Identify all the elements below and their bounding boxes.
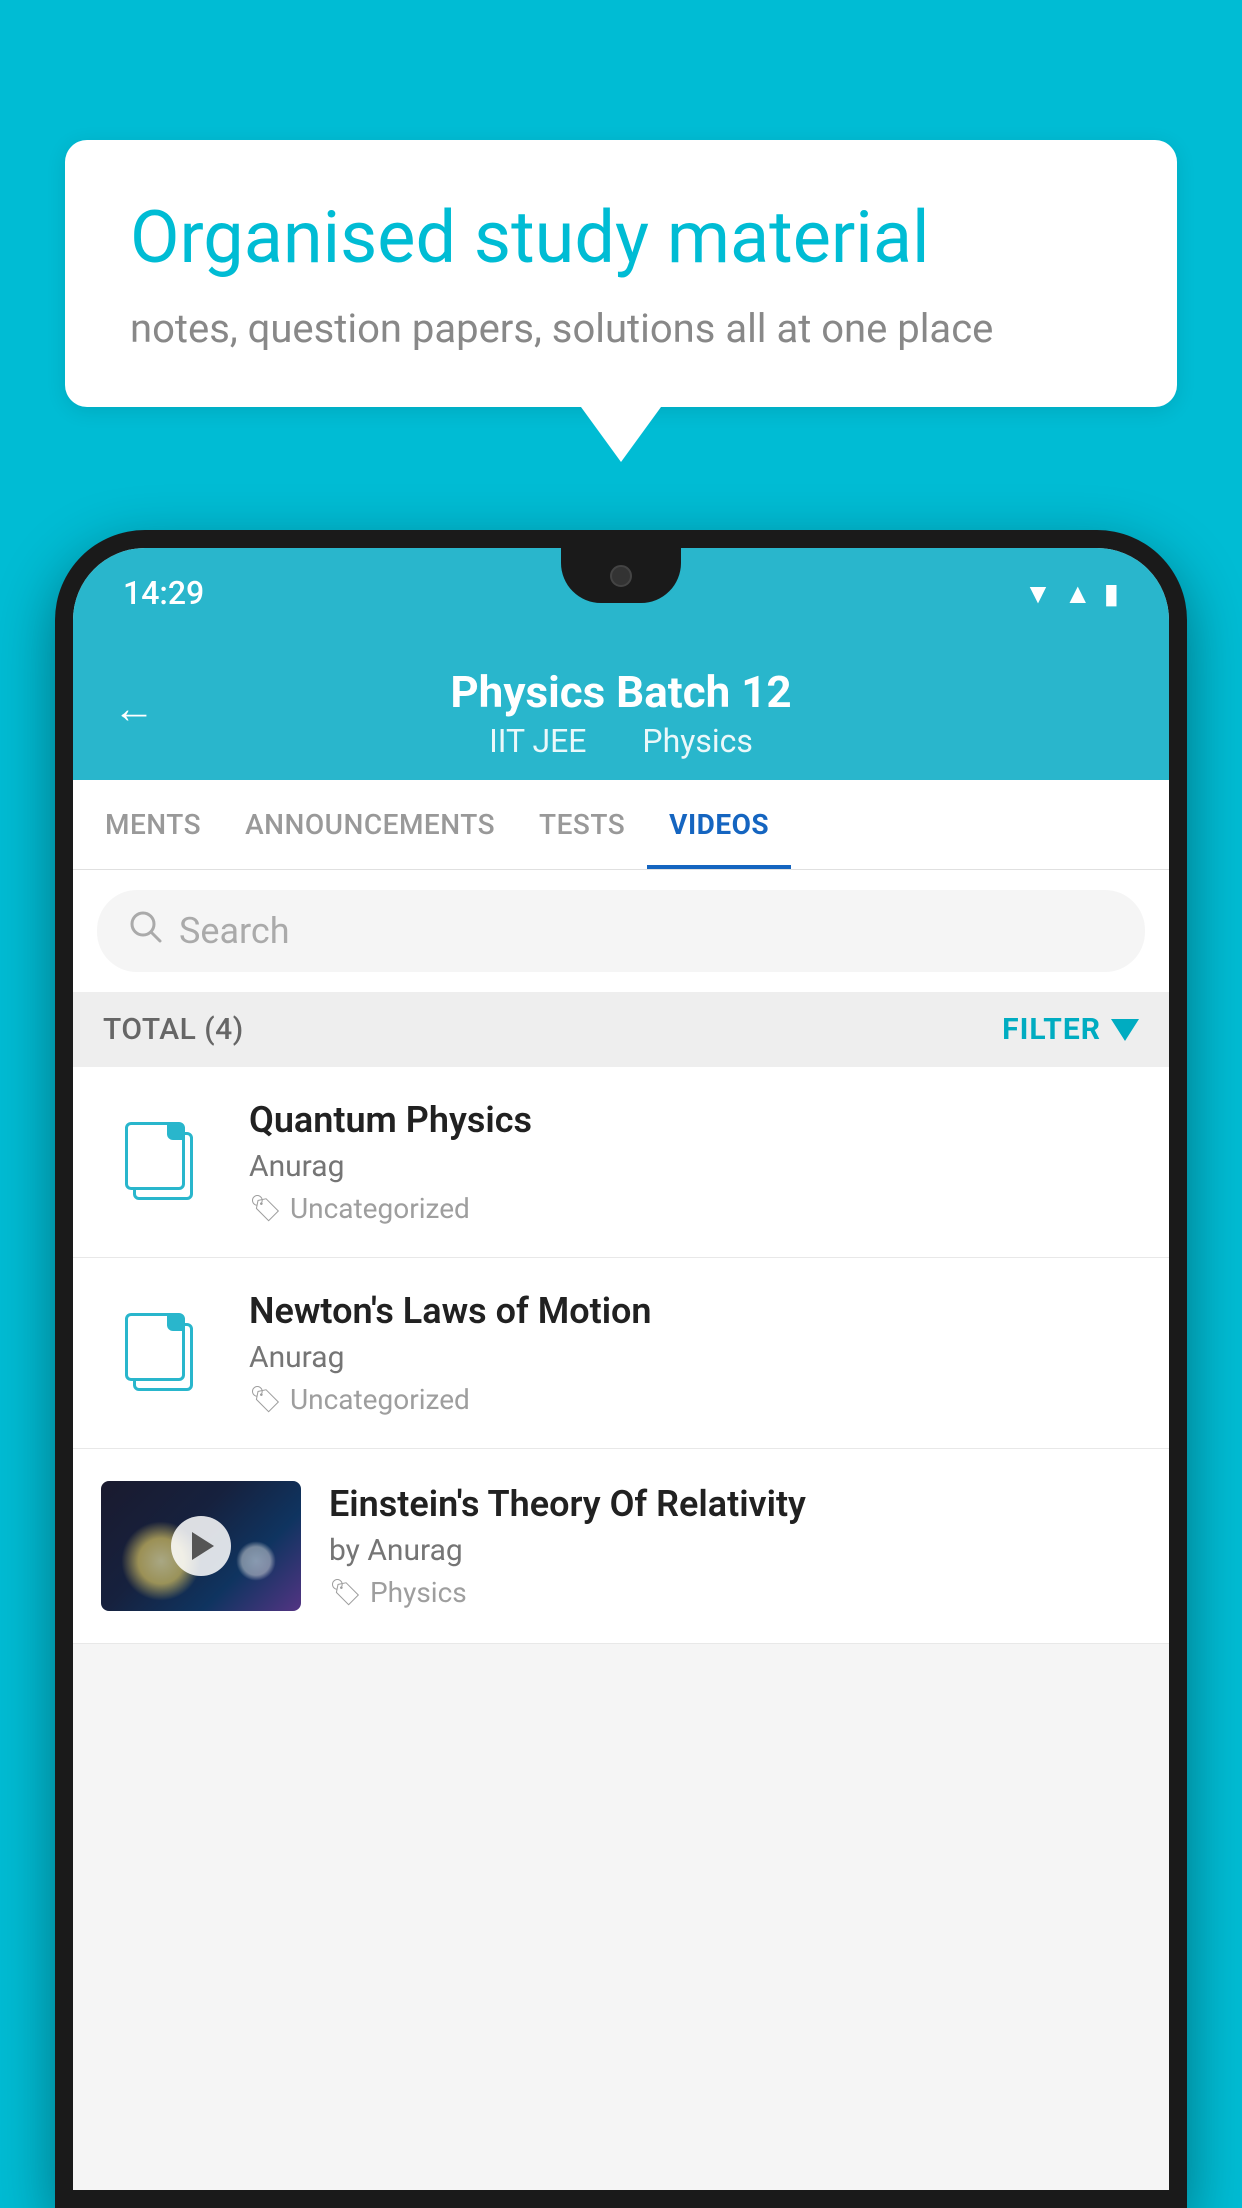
tab-ments[interactable]: MENTS (83, 780, 223, 869)
phone-notch (561, 548, 681, 603)
video-item-info: Quantum Physics Anurag 🏷 Uncategorized (249, 1099, 1141, 1225)
status-bar: 14:29 ▼ ▲ ▮ (73, 548, 1169, 638)
video-title: Einstein's Theory Of Relativity (329, 1483, 1141, 1525)
status-time: 14:29 (123, 574, 204, 612)
file-icon-front (125, 1313, 185, 1381)
filter-icon (1111, 1019, 1139, 1041)
back-button[interactable]: ← (113, 685, 155, 734)
battery-icon: ▮ (1104, 577, 1119, 610)
file-icon (125, 1122, 197, 1202)
phone-outer: 14:29 ▼ ▲ ▮ ← Physics Batch 12 IIT JEE P… (55, 530, 1187, 2208)
video-title: Newton's Laws of Motion (249, 1290, 1141, 1332)
phone-screen: 14:29 ▼ ▲ ▮ ← Physics Batch 12 IIT JEE P… (73, 548, 1169, 2190)
tab-bar: MENTS ANNOUNCEMENTS TESTS VIDEOS (73, 780, 1169, 870)
play-button[interactable] (171, 1516, 231, 1576)
signal-icon: ▲ (1064, 577, 1092, 610)
app-header: ← Physics Batch 12 IIT JEE Physics (73, 638, 1169, 780)
subtitle-iitjee: IIT JEE (489, 722, 586, 760)
video-tag: 🏷 Physics (329, 1576, 1141, 1609)
file-icon (125, 1313, 197, 1393)
search-container: Search (73, 870, 1169, 992)
filter-bar: TOTAL (4) FILTER (73, 992, 1169, 1067)
video-list: Quantum Physics Anurag 🏷 Uncategorized (73, 1067, 1169, 1644)
phone-wrapper: 14:29 ▼ ▲ ▮ ← Physics Batch 12 IIT JEE P… (55, 530, 1187, 2208)
file-icon-front (125, 1122, 185, 1190)
file-icon-container (101, 1117, 221, 1207)
video-item-info: Einstein's Theory Of Relativity by Anura… (329, 1483, 1141, 1609)
video-author: Anurag (249, 1149, 1141, 1184)
camera-icon (610, 565, 632, 587)
search-input[interactable]: Search (179, 910, 290, 952)
app-title: Physics Batch 12 (113, 666, 1129, 718)
list-item[interactable]: Einstein's Theory Of Relativity by Anura… (73, 1449, 1169, 1644)
tag-label: Uncategorized (290, 1192, 470, 1225)
filter-button[interactable]: FILTER (1002, 1012, 1139, 1047)
filter-label: FILTER (1002, 1012, 1101, 1047)
video-thumbnail (101, 1481, 301, 1611)
search-icon (127, 908, 163, 954)
video-tag: 🏷 Uncategorized (249, 1383, 1141, 1416)
search-bar[interactable]: Search (97, 890, 1145, 972)
video-item-info: Newton's Laws of Motion Anurag 🏷 Uncateg… (249, 1290, 1141, 1416)
speech-bubble-title: Organised study material (130, 195, 1112, 281)
tag-icon: 🏷 (249, 1194, 282, 1224)
tag-label: Physics (370, 1576, 467, 1609)
status-icons: ▼ ▲ ▮ (1024, 577, 1119, 610)
subtitle-physics: Physics (642, 722, 753, 760)
play-icon (192, 1532, 214, 1560)
video-author: Anurag (249, 1340, 1141, 1375)
list-item[interactable]: Quantum Physics Anurag 🏷 Uncategorized (73, 1067, 1169, 1258)
wifi-icon: ▼ (1024, 577, 1052, 610)
speech-bubble-wrapper: Organised study material notes, question… (65, 140, 1177, 462)
tag-label: Uncategorized (290, 1383, 470, 1416)
speech-bubble-arrow (581, 407, 661, 462)
list-item[interactable]: Newton's Laws of Motion Anurag 🏷 Uncateg… (73, 1258, 1169, 1449)
tab-videos[interactable]: VIDEOS (647, 780, 791, 869)
file-icon-container (101, 1308, 221, 1398)
app-subtitle: IIT JEE Physics (113, 722, 1129, 760)
tag-icon: 🏷 (329, 1578, 362, 1608)
video-tag: 🏷 Uncategorized (249, 1192, 1141, 1225)
tag-icon: 🏷 (249, 1385, 282, 1415)
speech-bubble-subtitle: notes, question papers, solutions all at… (130, 305, 1112, 352)
tab-tests[interactable]: TESTS (517, 780, 647, 869)
speech-bubble: Organised study material notes, question… (65, 140, 1177, 407)
total-count: TOTAL (4) (103, 1012, 244, 1047)
video-title: Quantum Physics (249, 1099, 1141, 1141)
video-author: by Anurag (329, 1533, 1141, 1568)
tab-announcements[interactable]: ANNOUNCEMENTS (223, 780, 517, 869)
